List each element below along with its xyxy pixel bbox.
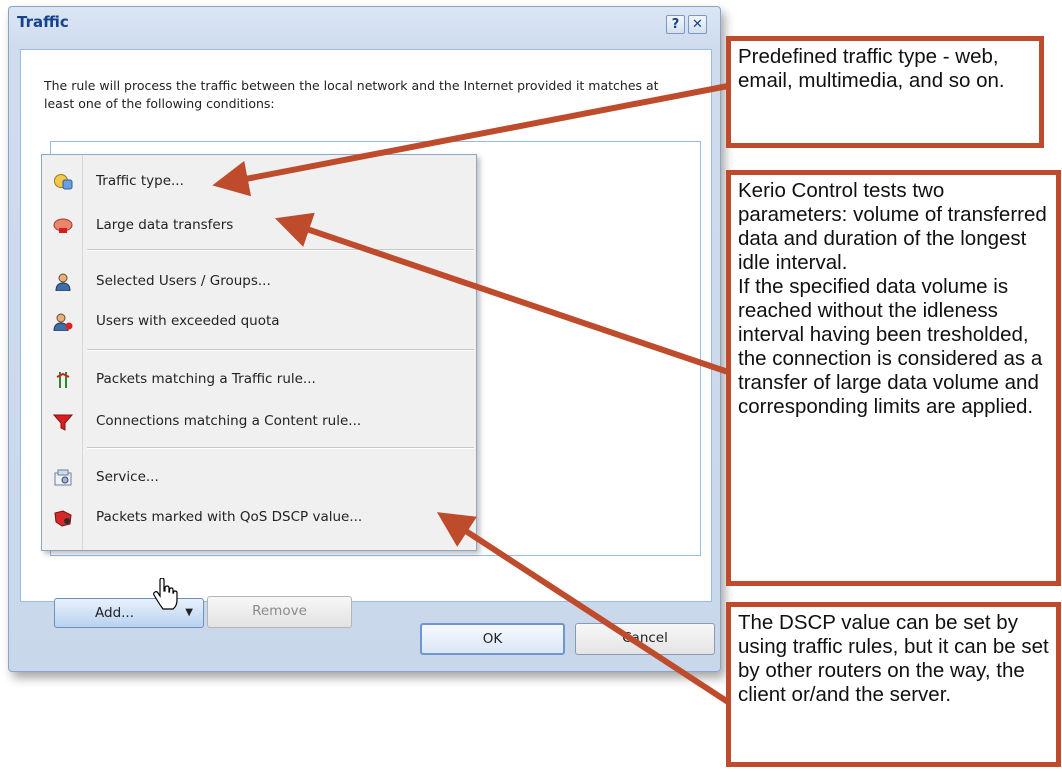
callout-traffic-type: Predefined traffic type - web, email, mu… [726,36,1044,148]
arrow-to-qos-dscp [436,512,730,705]
arrow-to-traffic-type [212,83,729,197]
callout-dscp: The DSCP value can be set by using traff… [726,602,1061,767]
callout-large-data: Kerio Control tests two parameters: volu… [726,170,1061,586]
arrow-to-large-data [274,212,729,375]
